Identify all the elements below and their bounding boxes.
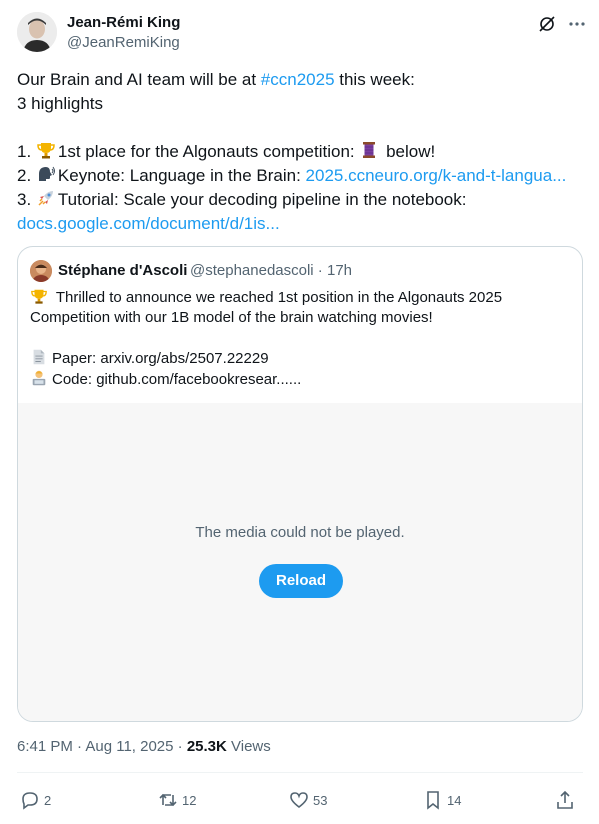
author-handle[interactable]: @JeanRemiKing — [67, 34, 180, 51]
thread-spool-icon — [359, 140, 379, 160]
item3-number: 3. — [17, 190, 36, 209]
share-icon — [557, 790, 573, 809]
reply-icon — [22, 792, 38, 810]
tweet-meta: 6:41 PM · Aug 11, 2025 · 25.3K Views — [17, 738, 271, 755]
share-button[interactable] — [555, 786, 579, 814]
quoted-tweet[interactable]: Stéphane d'Ascoli @stephanedascoli · 17h… — [17, 246, 583, 722]
action-bar: 2 12 53 14 — [17, 786, 583, 814]
reload-button[interactable]: Reload — [259, 564, 343, 598]
author-name[interactable]: Jean-Rémi King — [67, 14, 180, 31]
keynote-link[interactable]: 2025.ccneuro.org/k-and-t-langua... — [306, 166, 567, 185]
reply-count: 2 — [44, 792, 52, 808]
item2-text: Keynote: Language in the Brain: — [57, 166, 306, 185]
item1-number: 1. — [17, 142, 36, 161]
notebook-link[interactable]: docs.google.com/document/d/1is... — [17, 214, 280, 233]
divider — [17, 772, 583, 773]
grok-icon[interactable] — [537, 14, 557, 34]
quoted-paper: Paper: arxiv.org/abs/2507.22229 — [52, 350, 269, 367]
quoted-code: Code: github.com/facebookresear...... — [52, 371, 302, 388]
heart-icon — [290, 792, 308, 809]
bookmark-icon — [427, 791, 439, 810]
like-button[interactable]: 53 — [289, 786, 327, 814]
repost-count: 12 — [182, 792, 197, 808]
tweet-header: Jean-Rémi King @JeanRemiKing — [17, 12, 587, 56]
like-count: 53 — [313, 792, 328, 808]
repost-icon — [159, 793, 177, 807]
item3-text: Tutorial: Scale your decoding pipeline i… — [57, 190, 467, 209]
trophy-icon — [36, 140, 56, 160]
quoted-author-handle: @stephanedascoli · 17h — [190, 262, 352, 279]
quoted-line2: Competition with our 1B model of the bra… — [30, 309, 433, 326]
trophy-icon — [30, 287, 50, 307]
reply-button[interactable]: 2 — [20, 786, 51, 814]
views-label: Views — [226, 738, 271, 755]
quoted-author-name: Stéphane d'Ascoli — [58, 262, 188, 279]
item2-number: 2. — [17, 166, 36, 185]
item1-post: below! — [381, 142, 436, 161]
media-player[interactable]: The media could not be played. Reload — [18, 403, 582, 721]
speaking-head-icon — [36, 164, 56, 184]
item1-text: 1st place for the Algonauts competition: — [57, 142, 360, 161]
bookmark-count: 14 — [447, 792, 462, 808]
tweet-line1-pre: Our Brain and AI team will be at — [17, 70, 261, 89]
timestamp[interactable]: 6:41 PM · Aug 11, 2025 · — [17, 738, 187, 755]
tweet-line1-post: this week: — [334, 70, 415, 89]
tweet-text: Our Brain and AI team will be at #ccn202… — [17, 68, 585, 236]
bookmark-button[interactable]: 14 — [423, 786, 461, 814]
repost-button[interactable]: 12 — [158, 786, 196, 814]
author-avatar[interactable] — [17, 12, 57, 52]
technologist-icon — [30, 369, 50, 389]
views-count: 25.3K — [186, 738, 227, 755]
hashtag-link[interactable]: #ccn2025 — [261, 70, 335, 89]
page-icon — [30, 348, 50, 368]
media-error-message: The media could not be played. — [195, 524, 405, 541]
rocket-icon — [36, 188, 56, 208]
quoted-author-avatar — [30, 260, 52, 282]
tweet-line2: 3 highlights — [17, 94, 104, 113]
quoted-tweet-text: Thrilled to announce we reached 1st posi… — [30, 287, 570, 390]
more-options-icon[interactable] — [567, 14, 587, 34]
quoted-line1: Thrilled to announce we reached 1st posi… — [52, 289, 503, 306]
